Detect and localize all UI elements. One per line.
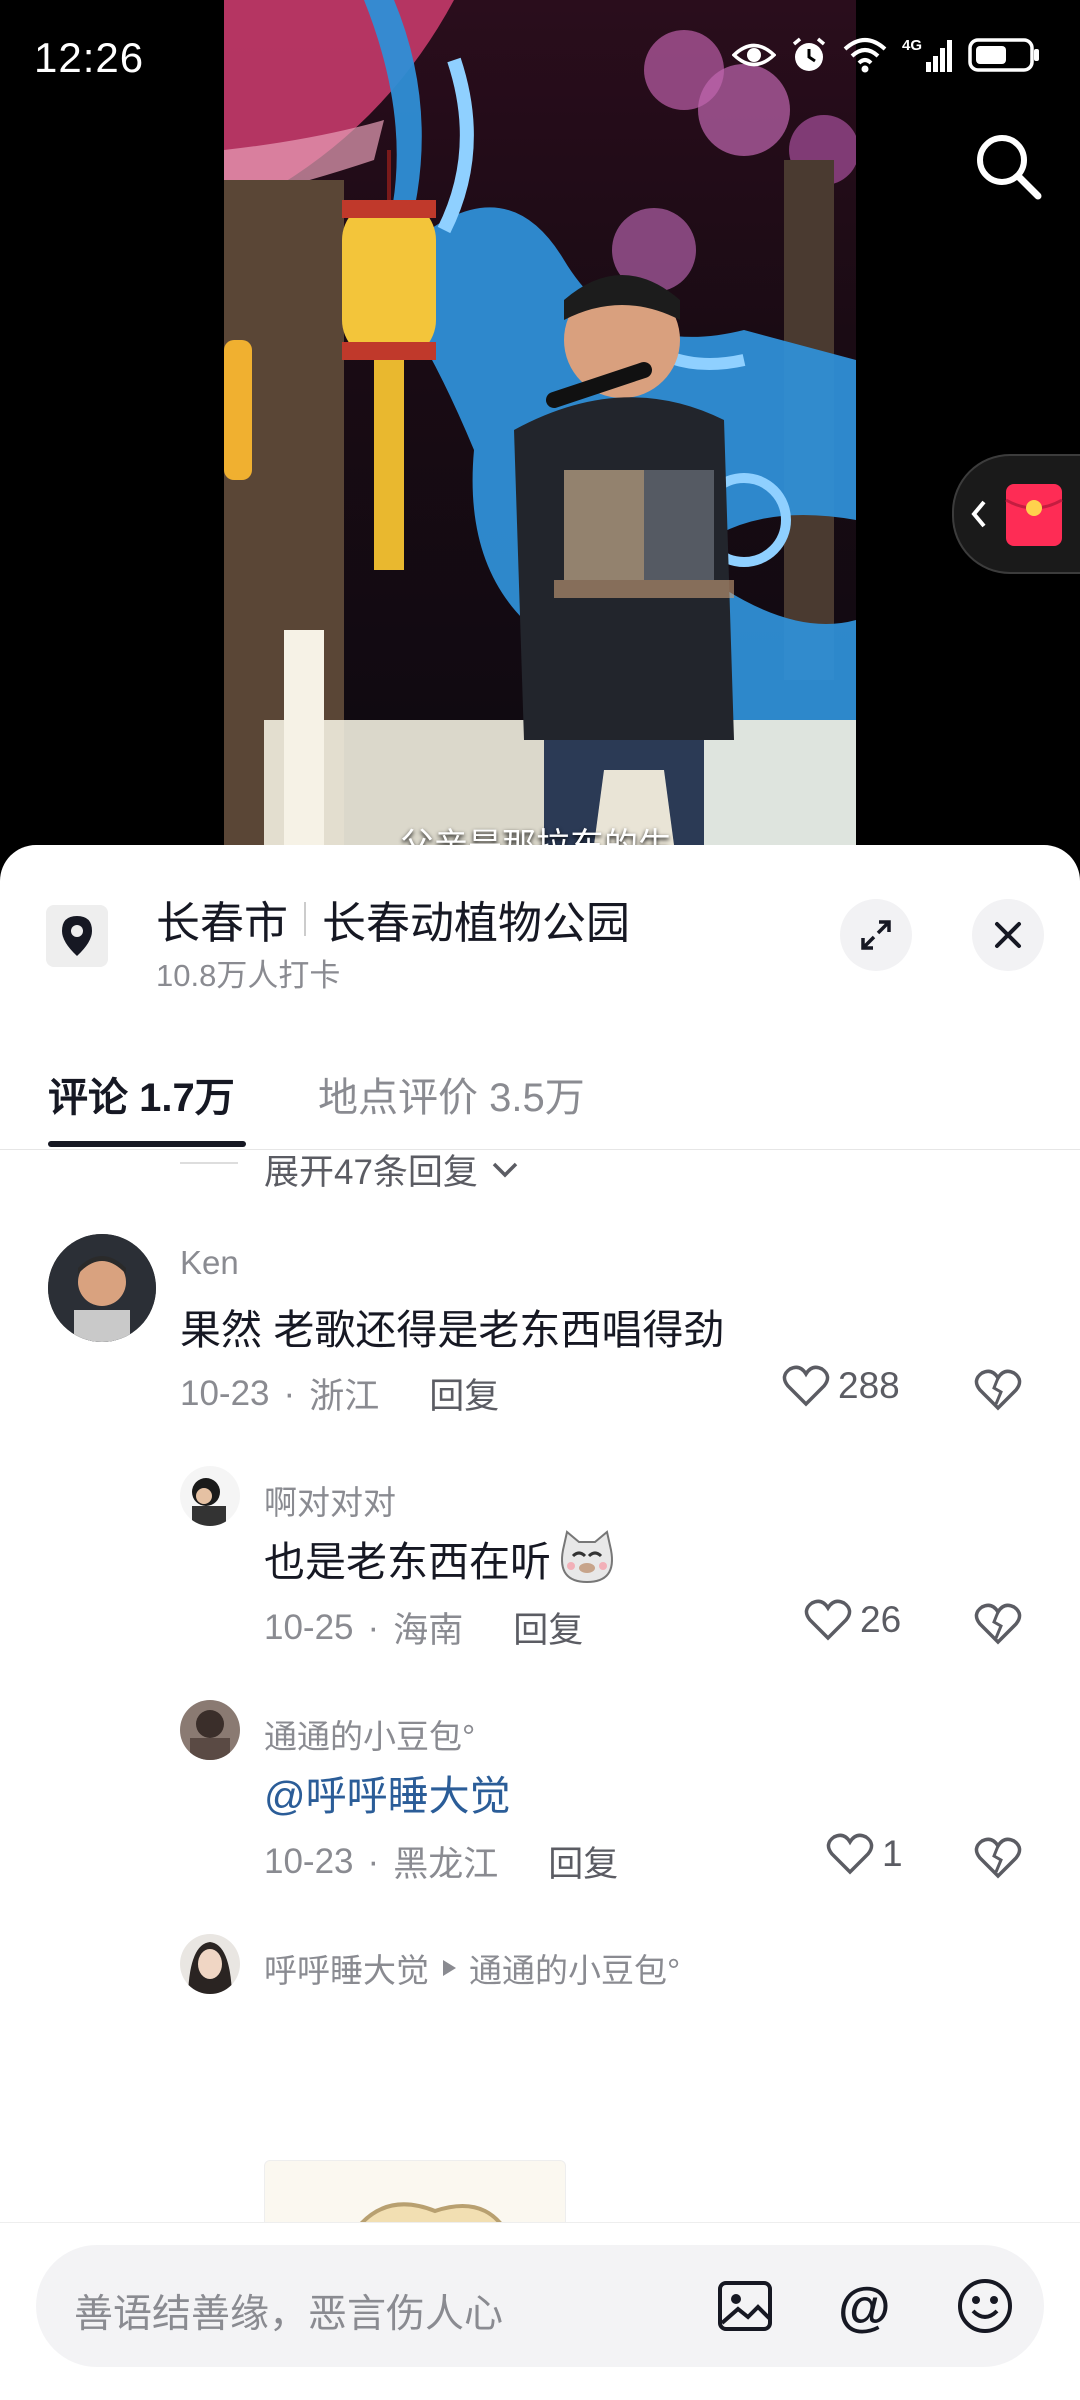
eye-icon [732,43,776,67]
comment-meta: 10-25 · 海南 回复 [264,1602,583,1653]
network-type: 4G [902,37,922,54]
reply-header: 呼呼睡大觉 通通的小豆包° [264,1944,680,1992]
alarm-icon [792,37,826,71]
comment-username[interactable]: Ken [180,1244,239,1282]
red-packet-icon [1005,484,1063,546]
search-button[interactable] [970,128,1046,204]
video-subtitle: 父亲是那拉东的生 [400,818,672,845]
meta-dot: · [367,1841,380,1881]
expand-button[interactable] [840,899,912,971]
svg-text:@: @ [838,2277,891,2337]
comment-text: 果然 老歌还得是老东西唱得劲 [180,1307,725,1353]
avatar[interactable] [48,1234,156,1342]
status-icons: 4G [732,36,1042,74]
comment-date: 10-25 [264,1607,354,1647]
broken-heart-icon [974,1369,1022,1411]
meta-dot: · [283,1373,296,1413]
like-count: 26 [860,1599,902,1640]
emoji-button[interactable] [954,2275,1016,2337]
video-frame[interactable] [224,0,856,845]
heart-icon [804,1599,852,1641]
comment-mention[interactable]: @呼呼睡大觉 [264,1762,511,1822]
comment-tabs: 评论 1.7万 地点评价 3.5万 [0,1055,1080,1150]
comment-input-placeholder: 善语结善缘，恶言伤人心 [74,2293,504,2336]
tab-comments[interactable]: 评论 1.7万 [48,1065,235,1123]
cellular-signal-icon: 4G [902,37,952,72]
image-icon [718,2281,772,2331]
comment-username[interactable]: 啊对对对 [264,1476,396,1524]
like-count: 1 [882,1833,903,1874]
active-tab-indicator [48,1141,246,1147]
avatar[interactable] [180,1934,240,1994]
search-icon [977,135,1042,200]
comment-meta: 10-23 · 浙江 回复 [180,1368,499,1419]
chevron-left-icon [971,500,986,528]
comment-meta: 10-23 · 黑龙江 回复 [264,1836,618,1887]
dislike-button[interactable] [974,1602,1022,1651]
video-still [224,0,856,845]
tab-place-reviews[interactable]: 地点评价 3.5万 [318,1065,585,1123]
status-bar: 12:26 4G [0,0,1080,118]
heart-icon [826,1833,874,1875]
expand-replies-button[interactable]: 展开47条回复 [264,1150,520,1195]
heart-icon [782,1365,830,1407]
cat-emoji-icon [561,1530,613,1584]
comment-input[interactable]: 善语结善缘，恶言伤人心 @ [36,2245,1044,2367]
dislike-button[interactable] [974,1368,1022,1417]
comment-username[interactable]: 通通的小豆包° [264,1710,475,1758]
comment-input-bar: 善语结善缘，恶言伤人心 @ [0,2222,1080,2400]
like-button[interactable]: 1 [826,1832,903,1876]
reply-to-username[interactable]: 通通的小豆包° [469,1944,680,1992]
like-button[interactable]: 288 [782,1364,900,1408]
comment-date: 10-23 [180,1373,270,1413]
expand-icon [861,920,891,950]
comments-sheet: 长春市 长春动植物公园 10.8万人打卡 评论 1.7万 地点评价 3.5万 展… [0,845,1080,2400]
reply-button[interactable]: 回复 [548,1836,618,1887]
battery-icon [968,38,1039,72]
location-city: 长春市 [156,899,288,948]
red-packet-button[interactable] [952,454,1080,574]
like-count: 288 [838,1365,900,1406]
smiley-icon [958,2279,1012,2333]
location-pin-icon [46,905,108,967]
wifi-icon [843,38,887,73]
broken-heart-icon [974,1837,1022,1879]
reply-button[interactable]: 回复 [429,1368,499,1419]
comment-list[interactable]: 展开47条回复 Ken 果然 老歌还得是老东西唱得劲 10-23 · 浙江 回复 [0,1150,1080,2222]
image-button[interactable] [714,2275,776,2337]
avatar[interactable] [180,1466,240,1526]
close-button[interactable] [972,899,1044,971]
close-icon [995,922,1021,948]
comment-region: 海南 [393,1611,464,1650]
like-button[interactable]: 26 [804,1598,901,1642]
location-separator [304,902,306,936]
location-place: 长春动植物公园 [322,899,630,948]
expand-divider [180,1162,238,1164]
comment-text: 也是老东西在听 [264,1528,617,1588]
comment-region: 黑龙江 [393,1845,499,1884]
comment-username[interactable]: 呼呼睡大觉 [264,1944,429,1992]
cartoon-sheep-sticker [265,2161,565,2222]
play-arrow-icon [443,1960,456,1976]
dislike-button[interactable] [974,1836,1022,1885]
comment-text-content: 也是老东西在听 [264,1539,551,1585]
red-packet-graphic [971,484,1063,546]
comment-region: 浙江 [309,1377,380,1416]
broken-heart-icon [974,1603,1022,1645]
status-time: 12:26 [34,34,145,81]
avatar[interactable] [180,1700,240,1760]
comment-date: 10-23 [264,1841,354,1881]
expand-replies-label: 展开47条回复 [264,1153,478,1192]
location-title[interactable]: 长春市 长春动植物公园 [156,887,630,951]
meta-dot: · [367,1607,380,1647]
chevron-down-icon [492,1162,518,1177]
at-icon: @ [838,2277,891,2337]
mention-button[interactable]: @ [834,2275,896,2337]
location-checkins: 10.8万人打卡 [156,958,341,993]
reply-image[interactable] [264,2160,566,2222]
video-player[interactable]: 父亲是那拉东的生 12:26 4G [0,0,1080,845]
reply-button[interactable]: 回复 [513,1602,583,1653]
